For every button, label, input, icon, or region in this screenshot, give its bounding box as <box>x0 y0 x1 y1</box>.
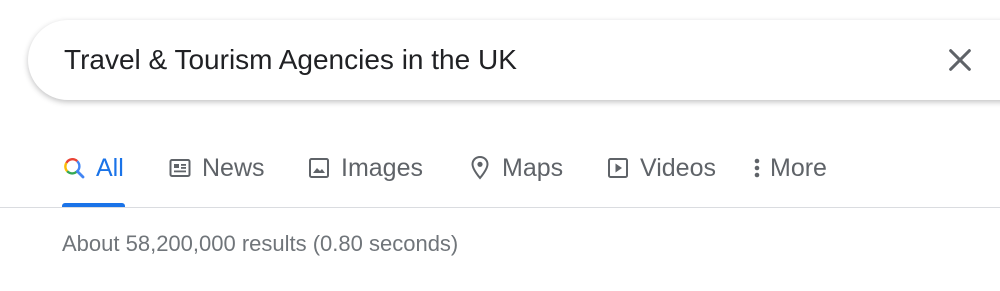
tab-videos-label: Videos <box>640 153 716 182</box>
more-vert-icon <box>754 158 760 178</box>
tab-news-label: News <box>202 153 265 182</box>
map-pin-icon <box>471 155 489 180</box>
video-icon <box>608 158 628 178</box>
tab-images-label: Images <box>341 153 423 182</box>
tabs-divider <box>0 207 1000 208</box>
tab-maps[interactable]: Maps <box>468 152 563 184</box>
search-box[interactable]: Travel & Tourism Agencies in the UK <box>28 20 1000 100</box>
tab-videos[interactable]: Videos <box>606 152 716 184</box>
tab-more-label: More <box>770 153 827 182</box>
close-icon <box>949 49 971 71</box>
image-icon <box>309 158 329 178</box>
tab-images[interactable]: Images <box>307 152 423 184</box>
result-stats: About 58,200,000 results (0.80 seconds) <box>62 231 459 256</box>
search-tabs: All News Images Maps Videos More <box>0 140 1000 207</box>
news-icon <box>169 159 191 177</box>
tab-news[interactable]: News <box>168 152 265 184</box>
clear-search-button[interactable] <box>940 40 980 80</box>
tab-all-label: All <box>96 153 124 182</box>
search-input[interactable]: Travel & Tourism Agencies in the UK <box>64 42 517 78</box>
search-icon <box>64 158 85 179</box>
search-results-page: Travel & Tourism Agencies in the UK All <box>0 0 1000 291</box>
tab-all[interactable]: All <box>62 152 124 184</box>
tab-more[interactable]: More <box>752 152 827 184</box>
tab-maps-label: Maps <box>502 153 564 182</box>
